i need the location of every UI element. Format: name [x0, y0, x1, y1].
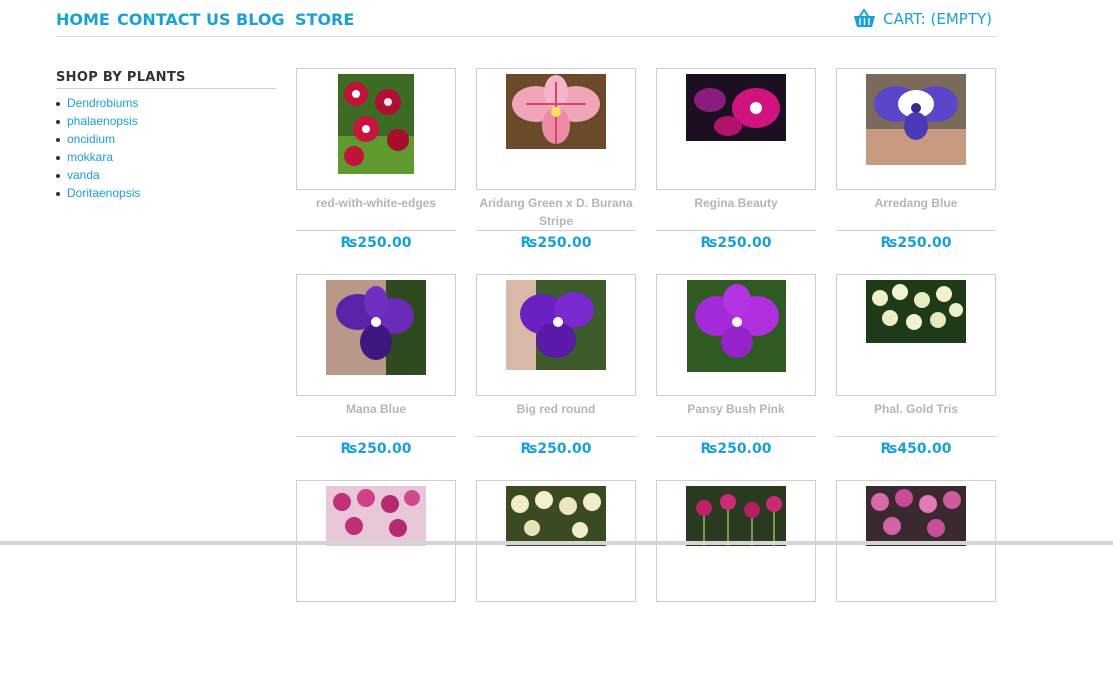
- product-card[interactable]: [836, 480, 996, 682]
- product-name[interactable]: [476, 606, 636, 642]
- product-price: ₨450.00: [880, 441, 952, 457]
- category-link-dendrobiums[interactable]: Dendrobiums: [67, 96, 138, 110]
- product-price: ₨250.00: [700, 235, 772, 251]
- product-card[interactable]: [296, 480, 456, 682]
- product-image-frame[interactable]: [296, 274, 456, 396]
- divider: [476, 436, 636, 437]
- category-item: Dendrobiums: [56, 95, 276, 113]
- orchid-photo: [686, 74, 786, 141]
- category-link-oncidium[interactable]: oncidium: [67, 132, 115, 146]
- product-price: ₨250.00: [700, 441, 772, 457]
- divider: [476, 230, 636, 231]
- product-name[interactable]: Phal. Gold Tris: [836, 400, 996, 436]
- product-name[interactable]: [836, 606, 996, 642]
- orchid-photo: [866, 486, 966, 546]
- divider: [656, 230, 816, 231]
- product-image-frame[interactable]: [656, 274, 816, 396]
- product-price: ₨250.00: [520, 441, 592, 457]
- product-card[interactable]: Aridang Green x D. Burana Stripe ₨250.00: [476, 68, 636, 270]
- orchid-photo: [506, 74, 606, 149]
- product-image-frame[interactable]: [476, 68, 636, 190]
- product-card[interactable]: Big red round ₨250.00: [476, 274, 636, 476]
- orchid-photo: [338, 74, 414, 174]
- top-navigation: HOME CONTACT US BLOG STORE CART: (EMPTY): [56, 0, 996, 37]
- nav-store-link[interactable]: STORE: [295, 10, 354, 29]
- orchid-photo: [506, 486, 606, 546]
- horizontal-scrollbar[interactable]: [0, 541, 1113, 545]
- shopping-basket-icon: [854, 9, 876, 27]
- product-card[interactable]: Mana Blue ₨250.00: [296, 274, 456, 476]
- cart-link[interactable]: CART: (EMPTY): [853, 9, 992, 28]
- product-card[interactable]: red-with-white-edges ₨250.00: [296, 68, 456, 270]
- category-item: mokkara: [56, 149, 276, 167]
- product-name[interactable]: Arredang Blue: [836, 194, 996, 230]
- product-card[interactable]: [656, 480, 816, 682]
- orchid-photo: [687, 280, 786, 372]
- category-link-mokkara[interactable]: mokkara: [67, 150, 113, 164]
- product-card[interactable]: Phal. Gold Tris ₨450.00: [836, 274, 996, 476]
- product-image-frame[interactable]: [836, 274, 996, 396]
- product-image-frame[interactable]: [836, 68, 996, 190]
- divider: [836, 230, 996, 231]
- product-image-frame[interactable]: [296, 68, 456, 190]
- product-price: ₨250.00: [340, 441, 412, 457]
- nav-blog-link[interactable]: BLOG: [236, 10, 285, 29]
- divider: [296, 436, 456, 437]
- orchid-photo: [866, 74, 966, 165]
- category-item: vanda: [56, 167, 276, 185]
- category-link-phalaenopsis[interactable]: phalaenopsis: [67, 114, 138, 128]
- category-item: phalaenopsis: [56, 113, 276, 131]
- product-name[interactable]: [656, 606, 816, 642]
- product-name[interactable]: red-with-white-edges: [296, 194, 456, 230]
- category-item: oncidium: [56, 131, 276, 149]
- product-price: ₨250.00: [340, 235, 412, 251]
- nav-contact-link[interactable]: CONTACT US: [117, 10, 231, 29]
- divider: [656, 436, 816, 437]
- product-price: ₨250.00: [520, 235, 592, 251]
- category-link-doritaenopsis[interactable]: Doritaenopsis: [67, 186, 140, 200]
- product-card[interactable]: [476, 480, 636, 682]
- divider: [836, 436, 996, 437]
- category-link-vanda[interactable]: vanda: [67, 168, 100, 182]
- product-name[interactable]: Regina Beauty: [656, 194, 816, 230]
- product-name[interactable]: Aridang Green x D. Burana Stripe: [476, 194, 636, 230]
- product-card[interactable]: Pansy Bush Pink ₨250.00: [656, 274, 816, 476]
- orchid-photo: [686, 486, 786, 546]
- product-image-frame[interactable]: [476, 274, 636, 396]
- product-name[interactable]: [296, 606, 456, 642]
- orchid-photo: [326, 280, 426, 375]
- product-name[interactable]: Big red round: [476, 400, 636, 436]
- product-card[interactable]: Regina Beauty ₨250.00: [656, 68, 816, 270]
- cart-label: CART: (EMPTY): [883, 9, 992, 28]
- orchid-photo: [866, 280, 966, 343]
- product-card[interactable]: Arredang Blue ₨250.00: [836, 68, 996, 270]
- divider: [296, 230, 456, 231]
- category-item: Doritaenopsis: [56, 185, 276, 203]
- product-name[interactable]: Pansy Bush Pink: [656, 400, 816, 436]
- orchid-photo: [506, 280, 606, 370]
- product-image-frame[interactable]: [656, 68, 816, 190]
- orchid-photo: [326, 486, 426, 546]
- sidebar-heading: SHOP BY PLANTS: [56, 70, 276, 89]
- category-list: Dendrobiums phalaenopsis oncidium mokkar…: [56, 95, 276, 203]
- nav-home-link[interactable]: HOME: [56, 10, 110, 29]
- sidebar: SHOP BY PLANTS Dendrobiums phalaenopsis …: [56, 70, 276, 203]
- product-name[interactable]: Mana Blue: [296, 400, 456, 436]
- product-price: ₨250.00: [880, 235, 952, 251]
